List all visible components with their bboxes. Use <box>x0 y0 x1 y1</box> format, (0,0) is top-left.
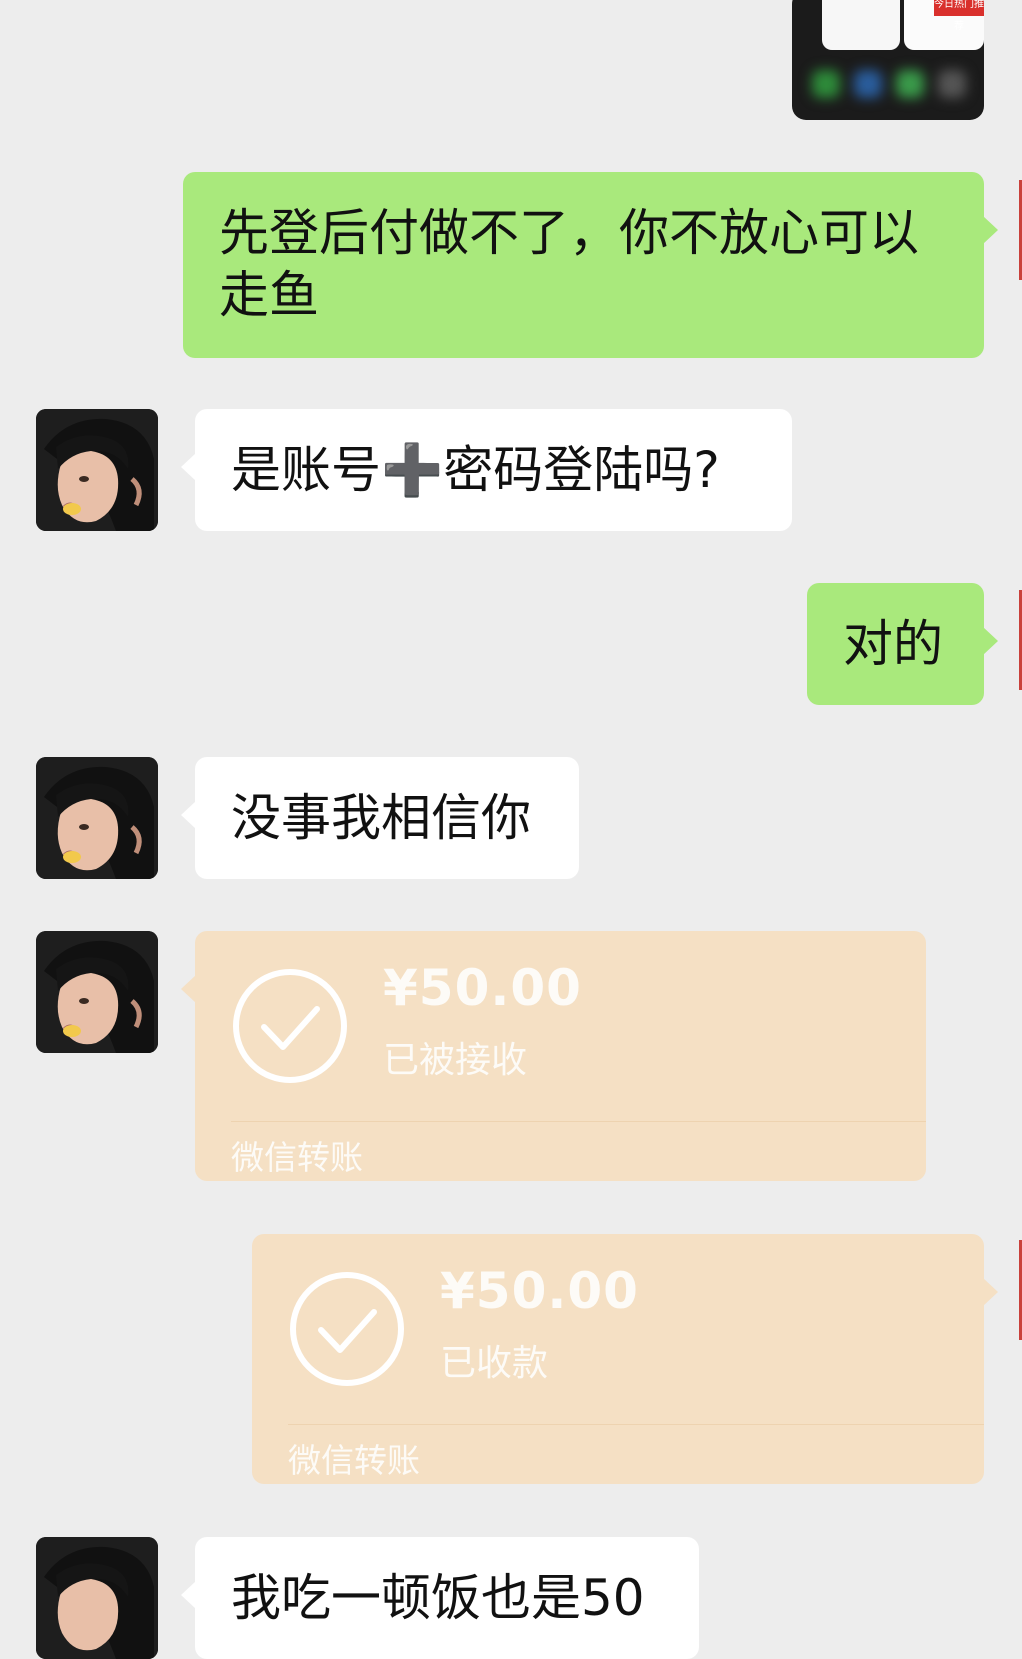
message-text: 我吃一顿饭也是50 <box>231 1569 645 1627</box>
their-message-bubble[interactable]: 是账号➕密码登陆吗? <box>181 409 792 531</box>
their-message-bubble[interactable]: 没事我相信你 <box>181 757 579 879</box>
thumbnail-card: 今日热门推荐 <box>904 0 984 50</box>
avatar-image <box>36 409 158 531</box>
transfer-amount: ¥50.00 <box>440 1262 639 1320</box>
my-message-bubble[interactable]: 先登后付做不了，你不放心可以走鱼 <box>183 172 998 358</box>
transfer-status: 已收款 <box>440 1343 549 1384</box>
avatar-image <box>36 931 158 1053</box>
check-circle-icon <box>233 969 347 1083</box>
image-message-thumbnail[interactable]: 今日热门推荐 <box>792 0 984 120</box>
thumbnail-dock <box>812 70 974 104</box>
transfer-status: 已被接收 <box>383 1040 528 1081</box>
contact-avatar[interactable] <box>36 931 158 1053</box>
transfer-divider <box>288 1424 984 1425</box>
their-message-bubble[interactable]: 我吃一顿饭也是50 <box>181 1537 699 1659</box>
my-message-bubble[interactable]: 对的 <box>807 583 998 705</box>
avatar-image <box>36 1537 158 1659</box>
transfer-footer-label: 微信转账 <box>231 1138 363 1177</box>
contact-avatar[interactable] <box>36 1537 158 1659</box>
check-circle-icon <box>290 1272 404 1386</box>
message-text: 是账号➕密码登陆吗? <box>231 441 720 499</box>
avatar-image <box>36 757 158 879</box>
contact-avatar[interactable] <box>36 409 158 531</box>
message-text: 对的 <box>843 615 943 673</box>
transfer-card-collected[interactable]: ¥50.00 已收款 微信转账 <box>252 1234 998 1484</box>
transfer-amount: ¥50.00 <box>383 959 582 1017</box>
transfer-footer-label: 微信转账 <box>288 1441 420 1480</box>
transfer-card-received[interactable]: ¥50.00 已被接收 微信转账 <box>181 931 926 1181</box>
message-text: 没事我相信你 <box>231 789 531 847</box>
contact-avatar[interactable] <box>36 757 158 879</box>
thumbnail-card <box>822 0 900 50</box>
transfer-divider <box>231 1121 926 1122</box>
message-text: 先登后付做不了，你不放心可以走鱼 <box>219 204 919 324</box>
thumbnail-badge: 今日热门推荐 <box>934 0 984 32</box>
